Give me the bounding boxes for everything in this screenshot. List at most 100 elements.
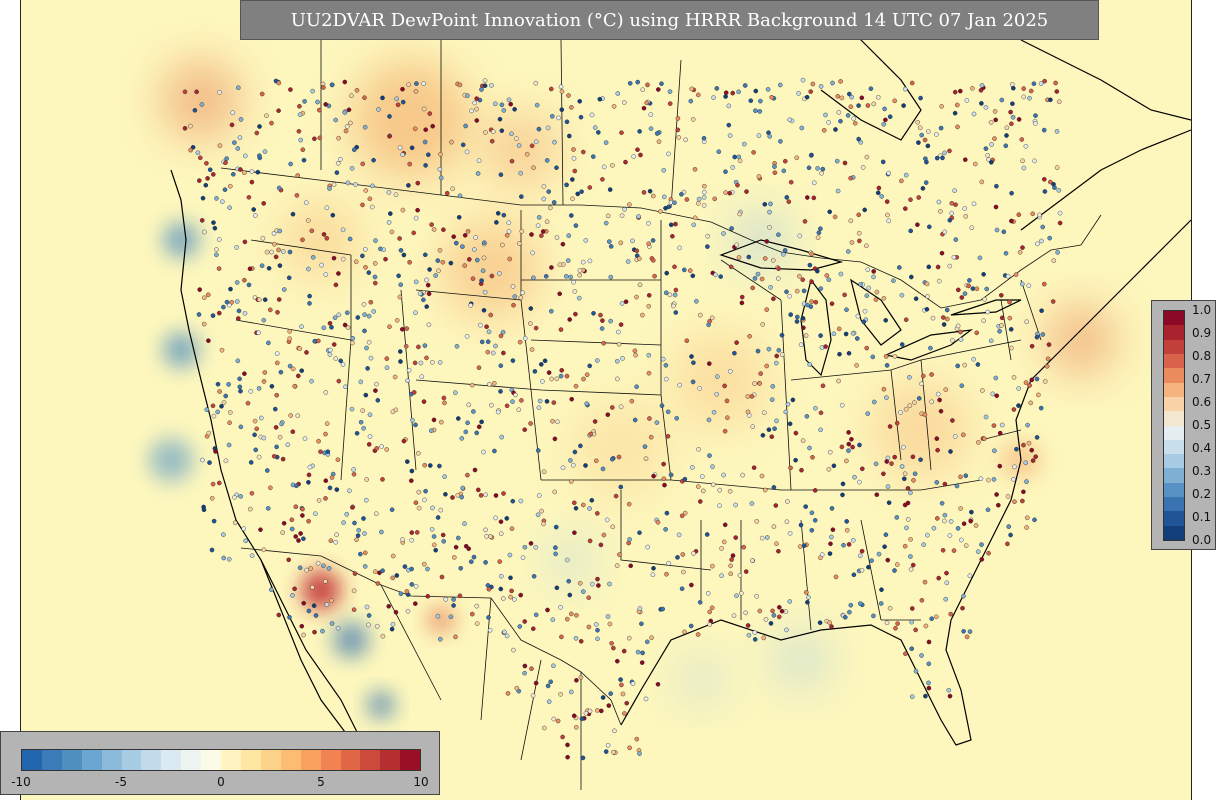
observation-dot (873, 297, 879, 302)
observation-dot (533, 80, 539, 86)
observation-dot (486, 586, 492, 592)
observation-dot (862, 207, 868, 213)
observation-dot (216, 310, 222, 316)
observation-dot (1052, 185, 1057, 190)
observation-dot (247, 266, 253, 272)
observation-dot (771, 524, 777, 529)
observation-dot (656, 139, 662, 144)
observation-dot (1042, 379, 1048, 384)
observation-dot (803, 504, 809, 509)
observation-dot (578, 443, 583, 449)
observation-dot (219, 199, 225, 204)
observation-dot (642, 444, 648, 449)
observation-dot (545, 683, 551, 689)
observation-dot (810, 454, 815, 460)
observation-dot (660, 606, 666, 612)
observation-dot (226, 556, 232, 562)
observation-dot (756, 174, 762, 179)
observation-dot (564, 273, 569, 279)
observation-dot (493, 493, 499, 498)
observation-dot (1004, 125, 1010, 130)
observation-dot (1023, 460, 1029, 466)
observation-dot (764, 239, 770, 244)
observation-dot (627, 81, 633, 86)
observation-swatch (1164, 339, 1184, 354)
observation-dot (333, 117, 339, 123)
observation-dot (924, 159, 929, 165)
observation-dot (600, 695, 606, 700)
observation-dot (481, 240, 487, 245)
observation-dot (959, 295, 965, 300)
observation-dot (274, 444, 279, 450)
observation-dot (277, 263, 283, 268)
observation-dot (589, 497, 595, 503)
observation-dot (261, 379, 267, 384)
observation-dot (453, 634, 458, 640)
observation-dot (982, 296, 988, 302)
observation-dot (247, 506, 253, 512)
observation-dot (413, 215, 419, 221)
observation-dot (691, 360, 696, 366)
observation-colorbar: 1.0 0.9 0.8 0.7 0.6 0.5 0.4 0.3 0.2 0.1 … (1151, 300, 1216, 550)
observation-dot (600, 318, 605, 323)
observation-dot (455, 416, 461, 421)
observation-dot (312, 136, 317, 142)
observation-dot (999, 422, 1005, 428)
observation-dot (238, 117, 244, 122)
observation-dot (326, 566, 332, 571)
observation-dot (438, 175, 444, 181)
observation-dot (830, 527, 836, 533)
observation-dot (533, 612, 539, 618)
observation-dot (279, 421, 284, 427)
observation-dot (919, 653, 924, 658)
observation-dot (495, 210, 501, 216)
observation-dot (415, 450, 421, 456)
observation-dot (929, 399, 935, 405)
observation-dot (379, 444, 385, 449)
observation-dot (905, 486, 911, 491)
observation-dot (527, 321, 533, 326)
observation-dot (512, 597, 517, 602)
observation-dot (963, 543, 969, 548)
observation-dot (785, 401, 791, 407)
observation-dot (838, 118, 843, 124)
observation-dot (650, 238, 656, 243)
observation-dot (451, 603, 456, 608)
observation-dot (759, 535, 765, 541)
observation-dot (329, 475, 335, 480)
observation-dot (868, 86, 874, 91)
innovation-blob (161, 60, 241, 140)
observation-dot (227, 183, 233, 189)
observation-dot (920, 186, 926, 191)
observation-dot (645, 82, 650, 88)
observation-dot (941, 315, 946, 320)
observation-dot (979, 83, 985, 88)
observation-dot (744, 189, 749, 194)
observation-dot (761, 635, 767, 641)
observation-dot (438, 419, 444, 425)
observation-dot (1039, 238, 1044, 244)
observation-dot (784, 289, 789, 295)
observation-dot (514, 136, 519, 141)
innovation-blob (427, 606, 455, 634)
observation-dot (981, 271, 986, 277)
observation-dot (649, 635, 654, 641)
observation-dot (595, 708, 600, 713)
observation-dot (661, 167, 667, 173)
observation-dot (522, 336, 528, 341)
observation-dot (196, 312, 202, 317)
map-title: UU2DVAR DewPoint Innovation (°C) using H… (240, 0, 1099, 40)
observation-dot (528, 541, 534, 546)
observation-dot (354, 537, 359, 543)
observation-dot (994, 393, 1000, 399)
observation-dot (938, 408, 944, 414)
observation-dot (1003, 250, 1009, 256)
observation-dot (975, 362, 981, 367)
observation-dot (216, 480, 222, 486)
observation-dot (759, 473, 765, 479)
observation-dot (571, 462, 576, 468)
observation-dot (1016, 212, 1022, 217)
observation-dot (635, 79, 641, 85)
observation-dot (188, 147, 193, 153)
observation-dot (991, 477, 997, 482)
